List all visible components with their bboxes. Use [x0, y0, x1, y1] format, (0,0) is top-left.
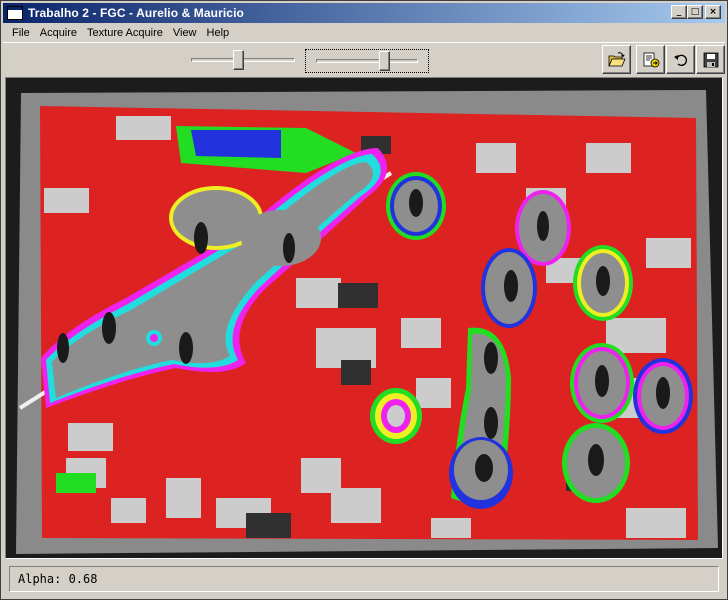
save-button[interactable]	[696, 45, 725, 74]
maximize-button[interactable]: □	[687, 5, 703, 19]
menu-view[interactable]: View	[168, 25, 202, 41]
window-title: Trabalho 2 - FGC - Aurelio & Mauricio	[28, 6, 244, 20]
app-window: Trabalho 2 - FGC - Aurelio & Mauricio _ …	[0, 0, 728, 600]
open-button[interactable]	[602, 45, 631, 74]
menu-bar: File Acquire Texture Acquire View Help	[3, 23, 725, 42]
app-window-icon	[7, 6, 23, 20]
caption-buttons: _ □ ×	[671, 5, 721, 19]
menu-texture-acquire[interactable]: Texture Acquire	[82, 25, 168, 41]
toolbar	[3, 42, 725, 76]
minimize-button[interactable]: _	[671, 5, 687, 19]
slider-track	[316, 59, 418, 63]
undo-button[interactable]	[666, 45, 695, 74]
menu-file[interactable]: File	[7, 25, 35, 41]
slider-thumb[interactable]	[379, 51, 390, 71]
undo-icon	[673, 54, 687, 66]
segmented-frame-image	[6, 78, 722, 558]
open-folder-icon	[607, 51, 626, 66]
title-bar[interactable]: Trabalho 2 - FGC - Aurelio & Mauricio _ …	[3, 3, 725, 23]
slider-thumb[interactable]	[233, 50, 244, 70]
export-icon	[643, 52, 659, 67]
close-button[interactable]: ×	[705, 5, 721, 19]
menu-help[interactable]: Help	[202, 25, 235, 41]
export-button[interactable]	[636, 45, 665, 74]
threshold-slider[interactable]	[191, 49, 295, 73]
save-disk-icon	[703, 52, 718, 67]
menu-acquire[interactable]: Acquire	[35, 25, 82, 41]
status-bar: Alpha: 0.68	[9, 566, 719, 592]
alpha-slider[interactable]	[305, 49, 429, 73]
alpha-status-text: Alpha: 0.68	[18, 572, 98, 586]
video-viewport[interactable]	[5, 77, 723, 559]
